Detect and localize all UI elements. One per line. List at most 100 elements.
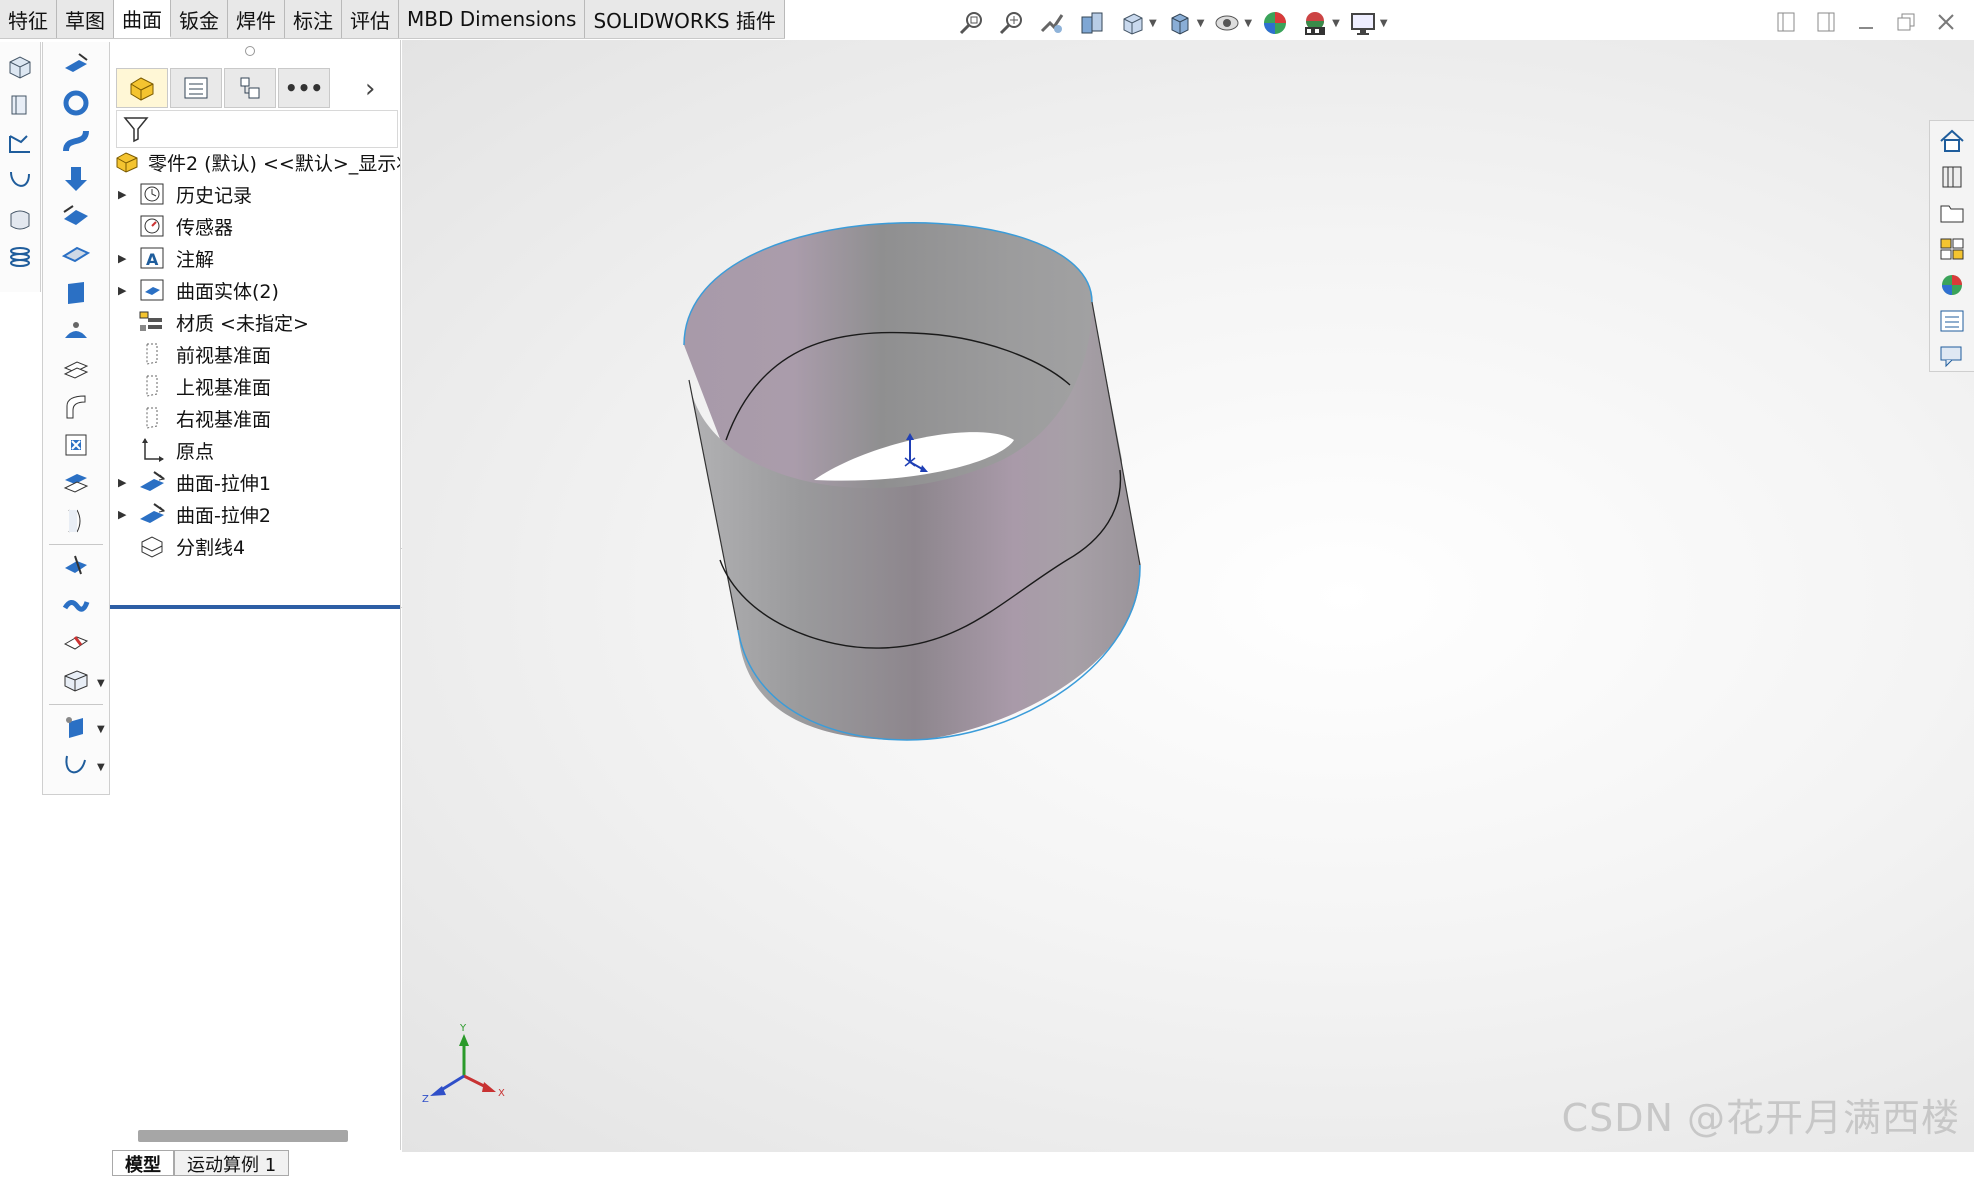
filter-icon[interactable] [123, 115, 149, 143]
origin-icon [137, 437, 167, 463]
expand-arrow-icon[interactable]: ▶ [118, 284, 132, 297]
expand-arrow-icon[interactable]: ▶ [118, 252, 132, 265]
spline-icon[interactable] [5, 166, 35, 196]
tree-item-history[interactable]: ▶ 历史记录 [110, 178, 400, 210]
knit-surface-icon[interactable] [61, 628, 91, 658]
tab-surfaces[interactable]: 曲面 [114, 0, 171, 38]
apply-scene-icon[interactable] [1298, 8, 1332, 38]
planar-surface-icon[interactable] [61, 278, 91, 308]
tab-weldments[interactable]: 焊件 [228, 0, 285, 38]
tab-solidworks-addins[interactable]: SOLIDWORKS 插件 [585, 0, 785, 38]
tree-item-origin[interactable]: 原点 [110, 434, 400, 466]
previous-view-icon[interactable] [1035, 8, 1069, 38]
zoom-area-icon[interactable] [995, 8, 1029, 38]
feature-manager-panel: ••• › 零件2 (默认) <<默认>_显示状态 ▶ 历史记录传感器 ▶ A 注解 ▶ 曲… [110, 40, 401, 1150]
minimize-icon[interactable] [1852, 8, 1880, 36]
tree-item-plane[interactable]: 右视基准面 [110, 402, 400, 434]
view-settings-icon[interactable] [1346, 8, 1380, 38]
horizontal-scrollbar[interactable] [138, 1130, 348, 1142]
expand-arrow-icon[interactable]: ▶ [118, 508, 132, 521]
boundary-surface-icon[interactable] [61, 202, 91, 232]
offset-surface-icon[interactable] [61, 316, 91, 346]
extruded-surface-icon[interactable] [61, 50, 91, 80]
tree-item-annotation[interactable]: ▶ A 注解 [110, 242, 400, 274]
3d-sketch-icon[interactable] [5, 52, 35, 82]
file-explorer-icon[interactable] [1935, 197, 1969, 229]
reference-geometry-icon[interactable] [61, 712, 91, 742]
tree-item-plane[interactable]: 上视基准面 [110, 370, 400, 402]
surface-cylinder-model[interactable] [402, 40, 1974, 1152]
close-icon[interactable] [1932, 8, 1960, 36]
display-style-icon[interactable] [1163, 8, 1197, 38]
chevron-down-icon[interactable]: ▼ [1197, 18, 1205, 29]
chevron-down-icon[interactable]: ▼ [1332, 18, 1340, 29]
more-tabs-button[interactable]: ••• [278, 68, 330, 108]
tree-item-surface-bodies[interactable]: ▶ 曲面实体(2) [110, 274, 400, 306]
appearances-icon[interactable] [1935, 269, 1969, 301]
tree-item-surface-extrude[interactable]: ▶ 曲面-拉伸2 [110, 498, 400, 530]
chevron-down-icon[interactable]: ▼ [97, 762, 105, 773]
derived-sketch-icon[interactable] [5, 90, 35, 120]
extend-surface-icon[interactable] [61, 506, 91, 536]
tab-sheet-metal[interactable]: 钣金 [171, 0, 228, 38]
forum-icon[interactable] [1935, 341, 1969, 373]
chevron-down-icon[interactable]: ▼ [1149, 18, 1157, 29]
restore-icon[interactable] [1892, 8, 1920, 36]
custom-properties-icon[interactable] [1935, 305, 1969, 337]
trim-surface-icon[interactable] [61, 552, 91, 582]
delete-face-icon[interactable] [61, 430, 91, 460]
configuration-manager-tab[interactable] [224, 68, 276, 108]
feature-manager-tab[interactable] [116, 68, 168, 108]
line-sketch-icon[interactable] [5, 128, 35, 158]
expand-arrow-icon[interactable]: ▶ [118, 476, 132, 489]
tab-features[interactable]: 特征 [0, 0, 57, 38]
filled-surface-icon[interactable] [61, 240, 91, 270]
tree-item-material[interactable]: 材质 <未指定> [110, 306, 400, 338]
section-view-icon[interactable] [1075, 8, 1109, 38]
replace-face-icon[interactable] [61, 468, 91, 498]
surface-sketch-icon[interactable] [5, 204, 35, 234]
tile-left-icon[interactable] [1772, 8, 1800, 36]
tab-evaluate[interactable]: 评估 [342, 0, 399, 38]
rollback-bar[interactable] [110, 605, 400, 609]
panel-grip[interactable] [245, 46, 255, 56]
tree-root-part[interactable]: 零件2 (默认) <<默认>_显示状态 [110, 146, 400, 178]
view-palette-icon[interactable] [1935, 233, 1969, 265]
chevron-down-icon[interactable]: ▼ [97, 678, 105, 689]
lofted-surface-icon[interactable] [61, 164, 91, 194]
thicken-icon[interactable] [61, 666, 91, 696]
chevron-down-icon[interactable]: ▼ [1380, 18, 1388, 29]
home-icon[interactable] [1935, 125, 1969, 157]
tree-item-split-line[interactable]: 分割线4 [110, 530, 400, 562]
edit-appearance-icon[interactable] [1258, 8, 1292, 38]
chevron-down-icon[interactable]: ▼ [97, 724, 105, 735]
chevron-right-icon[interactable]: › [365, 74, 375, 104]
tab-markup[interactable]: 标注 [285, 0, 342, 38]
tab-mbd-dimensions[interactable]: MBD Dimensions [399, 0, 586, 38]
untrim-surface-icon[interactable] [61, 590, 91, 620]
design-library-icon[interactable] [1935, 161, 1969, 193]
curves-icon[interactable] [61, 750, 91, 780]
swept-surface-icon[interactable] [61, 126, 91, 156]
tile-right-icon[interactable] [1812, 8, 1840, 36]
tree-item-surface-extrude[interactable]: ▶ 曲面-拉伸1 [110, 466, 400, 498]
helix-icon[interactable] [5, 242, 35, 272]
graphics-area[interactable]: Y X Z CSDN @花开月满西楼 [402, 40, 1974, 1152]
zoom-to-fit-icon[interactable] [955, 8, 989, 38]
tab-model[interactable]: 模型 [112, 1150, 174, 1176]
revolved-surface-icon[interactable] [61, 88, 91, 118]
watermark-text: CSDN @花开月满西楼 [1561, 1096, 1960, 1140]
tree-item-plane[interactable]: 前视基准面 [110, 338, 400, 370]
chevron-down-icon[interactable]: ▼ [1244, 18, 1252, 29]
tab-sketch[interactable]: 草图 [57, 0, 114, 38]
surface-flatten-icon[interactable] [61, 392, 91, 422]
tree-filter[interactable] [116, 110, 398, 148]
tree-item-sensor[interactable]: 传感器 [110, 210, 400, 242]
tab-motion-study[interactable]: 运动算例 1 [174, 1150, 290, 1176]
hide-show-icon[interactable] [1210, 8, 1244, 38]
ruled-surface-icon[interactable] [61, 354, 91, 384]
triad-y-label: Y [459, 1023, 467, 1034]
view-orientation-icon[interactable] [1115, 8, 1149, 38]
expand-arrow-icon[interactable]: ▶ [118, 188, 132, 201]
property-manager-tab[interactable] [170, 68, 222, 108]
